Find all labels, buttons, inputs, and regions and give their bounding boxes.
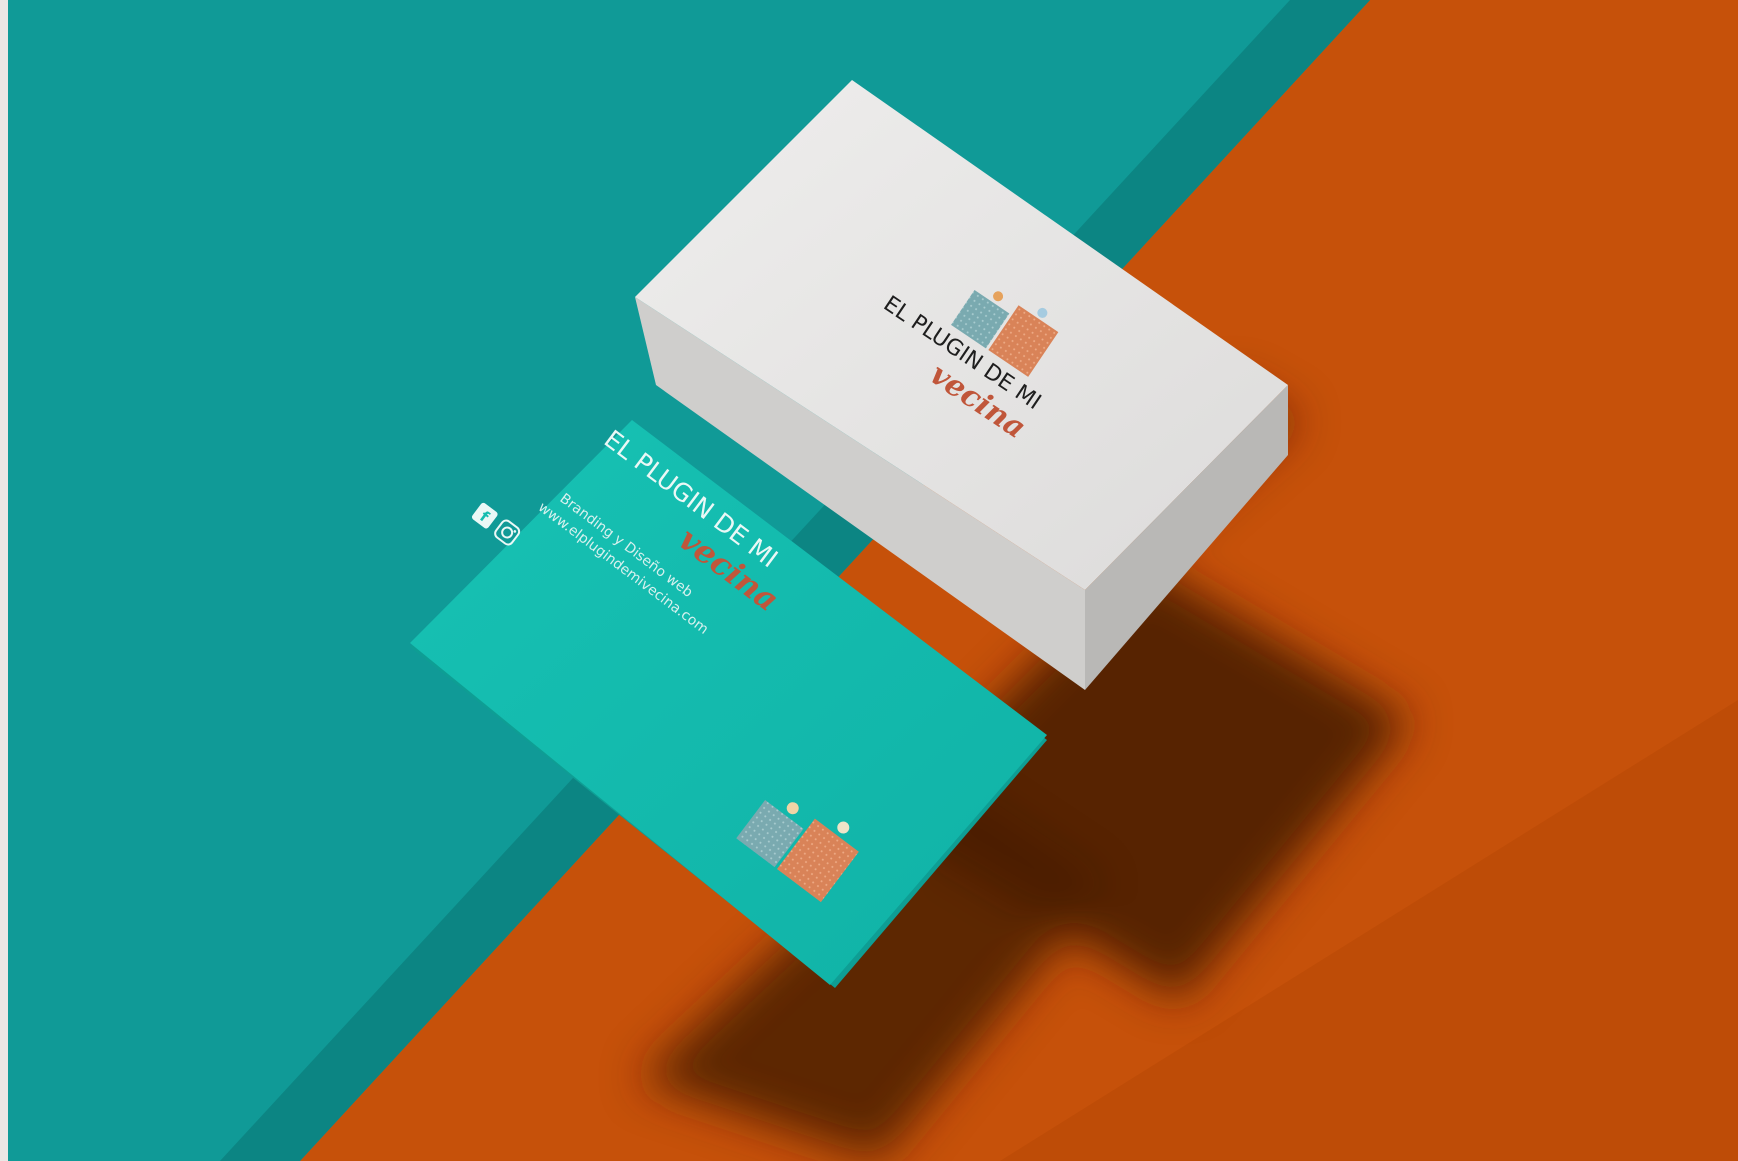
page-border <box>0 0 8 1161</box>
business-card-mockup-photo: EL PLUGIN DE MI vecina EL PLUGIN DE MI v… <box>0 0 1738 1161</box>
